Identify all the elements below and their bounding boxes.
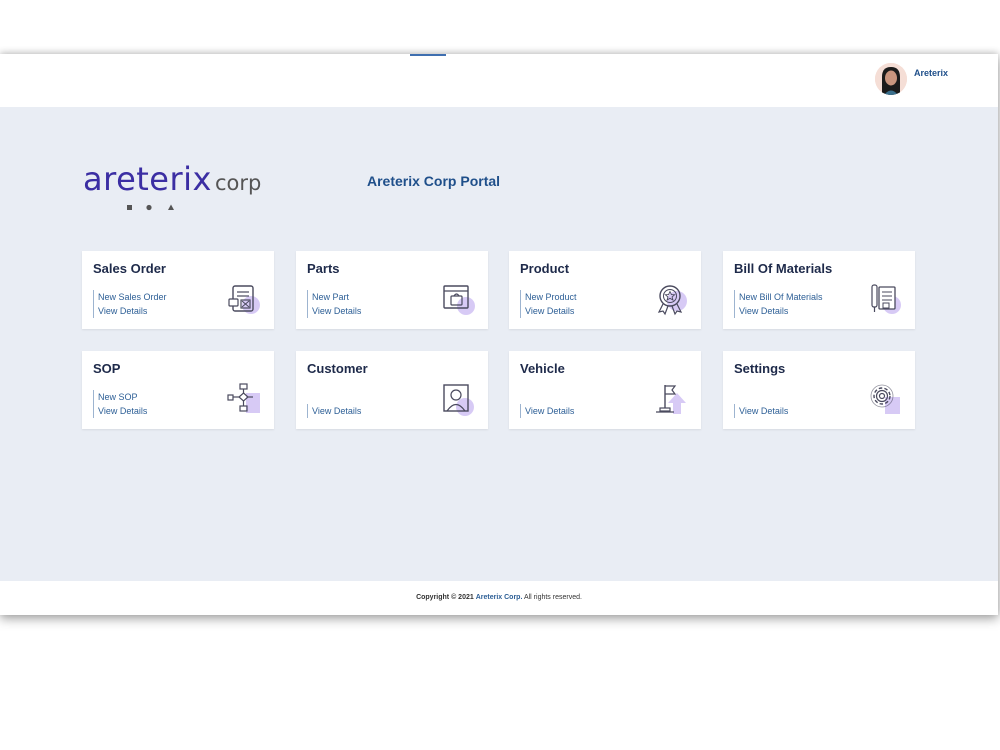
card-links: View Details	[734, 404, 788, 418]
user-avatar[interactable]	[875, 63, 907, 95]
view-details-link[interactable]: View Details	[307, 404, 361, 418]
card-bill-of-materials[interactable]: Bill Of Materials New Bill Of Materials …	[723, 251, 915, 329]
view-details-link[interactable]: View Details	[93, 304, 167, 318]
new-product-link[interactable]: New Product	[520, 290, 577, 304]
view-details-link[interactable]: View Details	[520, 304, 577, 318]
view-details-link[interactable]: View Details	[734, 304, 823, 318]
card-title: Parts	[307, 261, 340, 276]
document-form-icon	[228, 285, 260, 314]
flag-arrow-icon	[656, 385, 686, 414]
new-part-link[interactable]: New Part	[307, 290, 361, 304]
new-sales-order-link[interactable]: New Sales Order	[93, 290, 167, 304]
card-title: Sales Order	[93, 261, 166, 276]
footer-brand-link[interactable]: Areterix Corp.	[476, 594, 523, 601]
page-footer: Copyright © 2021 Areterix Corp. All righ…	[0, 581, 998, 615]
card-title: Product	[520, 261, 570, 276]
active-tab-indicator	[410, 54, 446, 56]
card-links: New Bill Of Materials View Details	[734, 290, 823, 318]
clipboard-documents-icon	[871, 284, 901, 314]
shopping-bag-window-icon	[443, 285, 475, 315]
view-details-link[interactable]: View Details	[520, 404, 574, 418]
card-sop[interactable]: SOP New SOP View Details	[82, 351, 274, 429]
gear-icon	[870, 384, 900, 414]
flowchart-icon	[227, 383, 260, 413]
card-title: Customer	[307, 361, 368, 376]
company-logo: areterix corp	[83, 160, 262, 211]
view-details-link[interactable]: View Details	[93, 404, 147, 418]
card-links: New Part View Details	[307, 290, 361, 318]
card-product[interactable]: Product New Product View Details	[509, 251, 701, 329]
card-links: View Details	[520, 404, 574, 418]
logo-suffix: corp	[214, 171, 262, 195]
new-sop-link[interactable]: New SOP	[93, 390, 147, 404]
top-bar: Areterix	[0, 54, 998, 107]
card-title: Settings	[734, 361, 786, 376]
customer-portrait-icon	[443, 384, 474, 416]
username-label[interactable]: Areterix	[914, 68, 948, 78]
card-sales-order[interactable]: Sales Order New Sales Order View Details	[82, 251, 274, 329]
logo-wordmark: areterix	[83, 160, 212, 198]
view-details-link[interactable]: View Details	[307, 304, 361, 318]
card-customer[interactable]: Customer View Details	[296, 351, 488, 429]
card-title: SOP	[93, 361, 121, 376]
footer-rights: All rights reserved.	[523, 594, 582, 601]
card-links: New Sales Order View Details	[93, 290, 167, 318]
avatar-photo	[875, 63, 907, 95]
card-vehicle[interactable]: Vehicle View Details	[509, 351, 701, 429]
view-details-link[interactable]: View Details	[734, 404, 788, 418]
card-parts[interactable]: Parts New Part View Details	[296, 251, 488, 329]
card-title: Bill Of Materials	[734, 261, 833, 276]
app-window: Areterix areterix corp Areterix Corp Port…	[0, 54, 998, 615]
footer-copyright: Copyright © 2021	[416, 594, 474, 601]
award-badge-icon	[657, 285, 687, 316]
card-links: New Product View Details	[520, 290, 577, 318]
logo-shapes-icon	[127, 204, 174, 211]
card-title: Vehicle	[520, 361, 565, 376]
card-links: View Details	[307, 404, 361, 418]
new-bill-of-materials-link[interactable]: New Bill Of Materials	[734, 290, 823, 304]
portal-title: Areterix Corp Portal	[367, 173, 501, 189]
card-links: New SOP View Details	[93, 390, 147, 418]
card-settings[interactable]: Settings View Details	[723, 351, 915, 429]
